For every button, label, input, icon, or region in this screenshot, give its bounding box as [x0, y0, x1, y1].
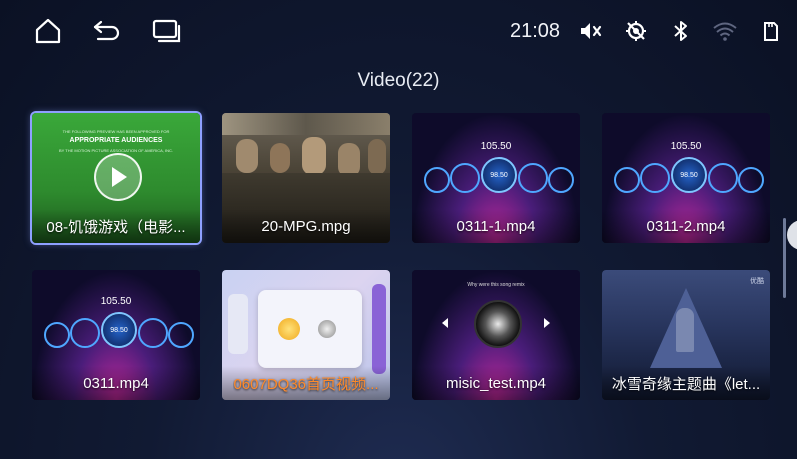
video-title: misic_test.mp4 [412, 366, 580, 400]
bluetooth-icon [666, 16, 696, 46]
video-title: 20-MPG.mpg [222, 209, 390, 243]
no-gps-icon [621, 16, 651, 46]
wifi-icon [710, 16, 740, 46]
video-tile[interactable]: 105.50 98.50 0311.mp4 [32, 270, 200, 400]
recent-apps-icon[interactable] [152, 16, 182, 46]
play-icon[interactable] [94, 153, 142, 201]
video-tile[interactable]: Why were this song remix misic_test.mp4 [412, 270, 580, 400]
home-icon[interactable] [33, 16, 63, 46]
video-tile[interactable]: THE FOLLOWING PREVIEW HAS BEEN APPROVED … [32, 113, 200, 243]
video-title: 0607DQ36首页视频... [222, 366, 390, 400]
corner-tag: 优酷 [750, 278, 764, 285]
clock: 21:08 [510, 20, 561, 42]
video-tile[interactable]: 20-MPG.mpg [222, 113, 390, 243]
back-icon[interactable] [92, 16, 122, 46]
song-header: Why were this song remix [467, 282, 525, 288]
radio-frequency: 105.50 [670, 141, 702, 152]
radio-knob-value: 98.50 [490, 171, 508, 179]
radio-knob-value: 98.50 [110, 326, 128, 334]
video-tile[interactable]: 0607DQ36首页视频... [222, 270, 390, 400]
rating-text: APPROPRIATE AUDIENCES [69, 137, 163, 144]
mute-icon [576, 16, 606, 46]
sd-card-icon [756, 16, 786, 46]
video-title: 0311-1.mp4 [412, 209, 580, 243]
radio-frequency: 105.50 [100, 296, 132, 307]
video-tile[interactable]: 105.50 98.50 0311-1.mp4 [412, 113, 580, 243]
scrollbar[interactable] [783, 218, 786, 298]
side-panel-handle[interactable] [787, 220, 797, 250]
video-tile[interactable]: 105.50 98.50 0311-2.mp4 [602, 113, 770, 243]
video-title: 0311-2.mp4 [602, 209, 770, 243]
video-title: 08-饥饿游戏（电影... [32, 209, 200, 243]
video-tile[interactable]: 优酷 冰雪奇缘主题曲《let... [602, 270, 770, 400]
status-bar: 21:08 [0, 0, 797, 62]
video-title: 冰雪奇缘主题曲《let... [602, 366, 770, 400]
video-title: 0311.mp4 [32, 366, 200, 400]
radio-frequency: 105.50 [480, 141, 512, 152]
radio-knob-value: 98.50 [680, 171, 698, 179]
page-title: Video(22) [357, 70, 440, 91]
rating-text: THE FOLLOWING PREVIEW HAS BEEN APPROVED … [62, 129, 170, 134]
